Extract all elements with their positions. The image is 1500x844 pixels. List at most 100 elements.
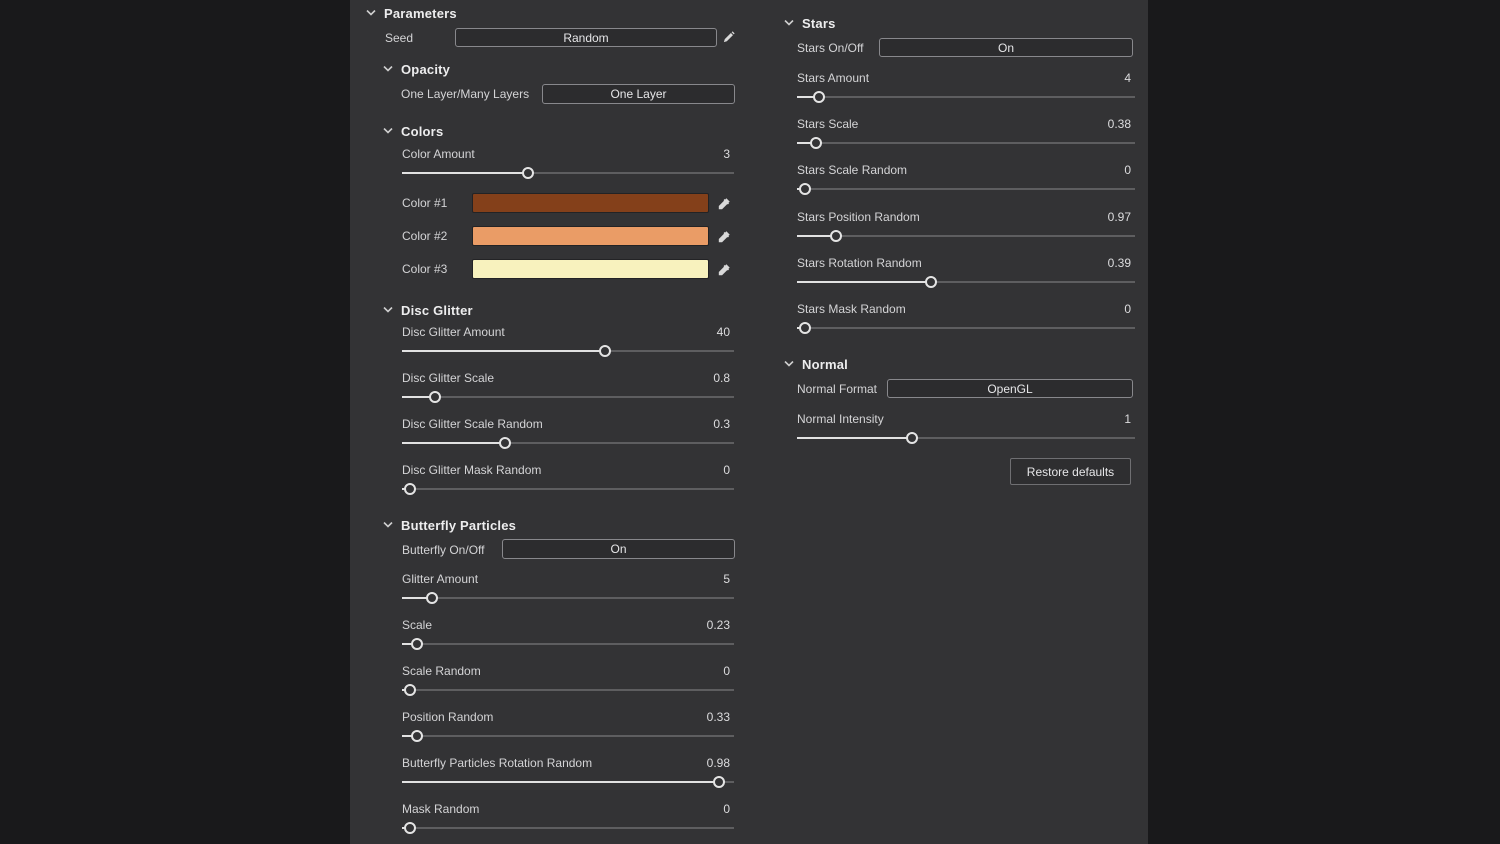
chevron-down-icon xyxy=(383,307,393,313)
param-label: Position Random xyxy=(402,710,493,724)
param-value: 0.98 xyxy=(707,756,734,770)
slider-knob[interactable] xyxy=(713,776,725,788)
param-disc-glitter-scale-random: Disc Glitter Scale Random 0.3 xyxy=(402,416,734,450)
slider-fill xyxy=(797,437,912,439)
normal-intensity-slider[interactable] xyxy=(797,431,1135,445)
slider-knob[interactable] xyxy=(499,437,511,449)
edit-pencil-icon[interactable] xyxy=(720,29,736,45)
butterfly-onoff-row: Butterfly On/Off On xyxy=(350,539,750,560)
param-value: 0.39 xyxy=(1108,256,1135,270)
color-1-row: Color #1 xyxy=(350,193,750,213)
slider-knob[interactable] xyxy=(429,391,441,403)
param-label: Normal Intensity xyxy=(797,412,884,426)
disc-glitter-amount-slider[interactable] xyxy=(402,344,734,358)
param-value: 40 xyxy=(717,325,734,339)
seed-value-button[interactable]: Random xyxy=(455,28,717,47)
param-value: 0 xyxy=(723,802,734,816)
section-header-colors[interactable]: Colors xyxy=(383,122,443,140)
slider-knob[interactable] xyxy=(813,91,825,103)
butterfly-rotation-random-slider[interactable] xyxy=(402,775,734,789)
section-header-disc-glitter[interactable]: Disc Glitter xyxy=(383,301,473,319)
slider-knob[interactable] xyxy=(404,684,416,696)
slider-knob[interactable] xyxy=(810,137,822,149)
slider-knob[interactable] xyxy=(411,730,423,742)
stars-onoff-row: Stars On/Off On xyxy=(783,38,1135,58)
stars-position-random-slider[interactable] xyxy=(797,229,1135,243)
disc-glitter-scale-slider[interactable] xyxy=(402,390,734,404)
slider-knob[interactable] xyxy=(411,638,423,650)
stars-rotation-random-slider[interactable] xyxy=(797,275,1135,289)
butterfly-onoff-button[interactable]: On xyxy=(502,539,735,559)
slider-knob[interactable] xyxy=(599,345,611,357)
param-position-random: Position Random 0.33 xyxy=(402,709,734,743)
slider-fill xyxy=(797,281,931,283)
color-3-swatch[interactable] xyxy=(472,259,709,279)
eyedropper-icon[interactable] xyxy=(716,261,732,277)
stars-onoff-button[interactable]: On xyxy=(879,38,1133,57)
slider-knob[interactable] xyxy=(404,483,416,495)
param-stars-mask-random: Stars Mask Random 0 xyxy=(797,301,1135,335)
slider-knob[interactable] xyxy=(799,322,811,334)
section-header-opacity[interactable]: Opacity xyxy=(383,60,450,78)
stars-mask-random-slider[interactable] xyxy=(797,321,1135,335)
slider-knob[interactable] xyxy=(906,432,918,444)
glitter-amount-slider[interactable] xyxy=(402,591,734,605)
chevron-down-icon xyxy=(383,66,393,72)
param-value: 0.8 xyxy=(713,371,734,385)
section-title: Butterfly Particles xyxy=(401,518,516,533)
normal-format-button[interactable]: OpenGL xyxy=(887,379,1133,398)
section-header-parameters[interactable]: Parameters xyxy=(366,4,457,22)
slider-fill xyxy=(402,442,505,444)
section-header-stars[interactable]: Stars xyxy=(784,14,836,32)
color-amount-slider[interactable] xyxy=(402,166,734,180)
slider-knob[interactable] xyxy=(522,167,534,179)
normal-format-label: Normal Format xyxy=(797,379,877,399)
color-2-swatch[interactable] xyxy=(472,226,709,246)
slider-knob[interactable] xyxy=(426,592,438,604)
slider-knob[interactable] xyxy=(830,230,842,242)
param-label: Glitter Amount xyxy=(402,572,478,586)
eyedropper-icon[interactable] xyxy=(716,195,732,211)
param-label: Stars Rotation Random xyxy=(797,256,922,270)
param-label: Color Amount xyxy=(402,147,475,161)
param-label: Disc Glitter Mask Random xyxy=(402,463,541,477)
param-value: 0.38 xyxy=(1108,117,1135,131)
disc-glitter-mask-random-slider[interactable] xyxy=(402,482,734,496)
param-label: Scale xyxy=(402,618,432,632)
restore-defaults-button[interactable]: Restore defaults xyxy=(1010,458,1131,485)
color-1-label: Color #1 xyxy=(402,193,447,213)
scale-random-slider[interactable] xyxy=(402,683,734,697)
color-3-row: Color #3 xyxy=(350,259,750,279)
section-header-butterfly-particles[interactable]: Butterfly Particles xyxy=(383,516,516,534)
slider-fill xyxy=(402,350,605,352)
param-color-amount: Color Amount 3 xyxy=(402,146,734,180)
param-value: 0.3 xyxy=(713,417,734,431)
param-value: 0 xyxy=(723,664,734,678)
section-header-normal[interactable]: Normal xyxy=(784,355,848,373)
mask-random-slider[interactable] xyxy=(402,821,734,835)
param-label: Stars Position Random xyxy=(797,210,920,224)
color-1-swatch[interactable] xyxy=(472,193,709,213)
param-value: 0.97 xyxy=(1108,210,1135,224)
slider-knob[interactable] xyxy=(404,822,416,834)
param-stars-position-random: Stars Position Random 0.97 xyxy=(797,209,1135,243)
stars-scale-slider[interactable] xyxy=(797,136,1135,150)
scale-slider[interactable] xyxy=(402,637,734,651)
chevron-down-icon xyxy=(784,361,794,367)
slider-knob[interactable] xyxy=(925,276,937,288)
param-label: Stars Scale xyxy=(797,117,858,131)
eyedropper-icon[interactable] xyxy=(716,228,732,244)
param-label: Scale Random xyxy=(402,664,481,678)
one-layer-button[interactable]: One Layer xyxy=(542,84,735,104)
chevron-down-icon xyxy=(383,522,393,528)
param-label: Disc Glitter Scale xyxy=(402,371,494,385)
disc-glitter-scale-random-slider[interactable] xyxy=(402,436,734,450)
stars-scale-random-slider[interactable] xyxy=(797,182,1135,196)
stars-amount-slider[interactable] xyxy=(797,90,1135,104)
section-title: Parameters xyxy=(384,6,457,21)
param-label: Stars Amount xyxy=(797,71,869,85)
position-random-slider[interactable] xyxy=(402,729,734,743)
slider-knob[interactable] xyxy=(799,183,811,195)
section-title: Stars xyxy=(802,16,836,31)
section-title: Opacity xyxy=(401,62,450,77)
